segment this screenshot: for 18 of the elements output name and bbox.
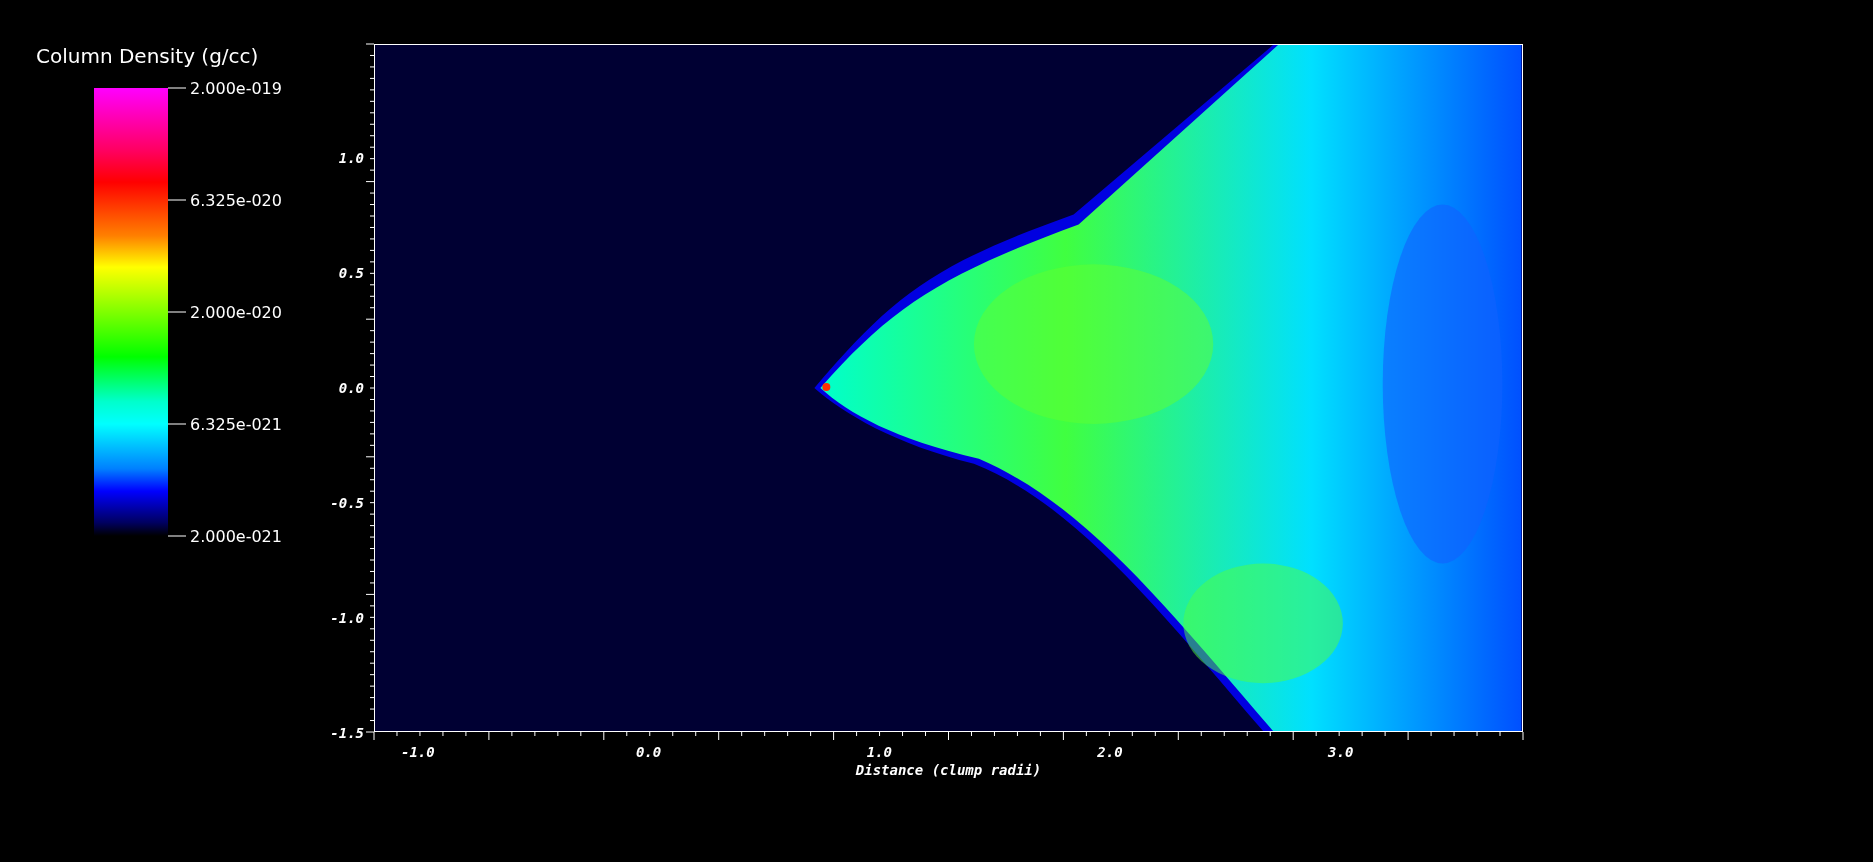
legend-value: 2.000e-020	[190, 302, 282, 322]
x-tick-label: 2.0	[1097, 744, 1123, 760]
y-tick-label: 0.5	[338, 264, 364, 281]
y-tick-label: 0.0	[338, 380, 364, 396]
x-tick-label: -1.0	[400, 744, 435, 760]
legend-title: Column Density (g/cc)	[36, 44, 260, 68]
x-tick-label: 1.0	[866, 744, 892, 760]
x-axis-title: Distance (clump radii)	[855, 762, 1042, 778]
legend-value: 6.325e-020	[190, 190, 282, 210]
legend-value: 6.325e-021	[190, 414, 282, 434]
x-tick-label: 0.0	[635, 744, 662, 760]
legend-value: 2.000e-021	[190, 526, 282, 546]
legend-value: 2.000e-019	[190, 78, 282, 98]
y-tick-label: 1.0	[338, 149, 364, 166]
y-tick-label: -1.5	[330, 725, 364, 742]
y-tick-label: -0.5	[330, 495, 364, 512]
x-tick-label: 3.0	[1328, 744, 1354, 760]
y-tick-label: -1.0	[330, 610, 364, 627]
